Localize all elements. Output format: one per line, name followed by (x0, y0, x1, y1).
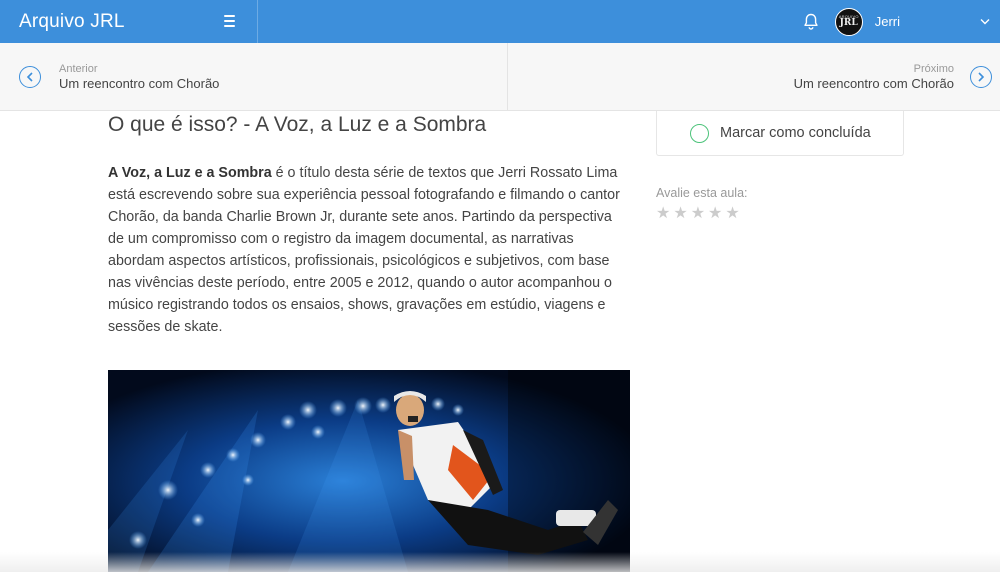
hamburger-icon[interactable] (224, 13, 238, 29)
lesson-intro-bold: A Voz, a Luz e a Sombra (108, 165, 272, 181)
next-lesson-link[interactable]: Próximo Um reencontro com Chorão (508, 43, 1000, 110)
next-lesson-text: Próximo Um reencontro com Chorão (794, 62, 954, 92)
lesson-content: O que é isso? - A Voz, a Luz e a Sombra … (108, 111, 630, 338)
star-icon[interactable]: ★ (673, 206, 687, 222)
next-title: Um reencontro com Chorão (793, 75, 954, 91)
top-bar: Arquivo JRL ARQUIVO JRL Jerri (0, 0, 1000, 43)
star-icon[interactable]: ★ (708, 206, 722, 222)
lesson-title: O que é isso? - A Voz, a Luz e a Sombra (108, 113, 487, 136)
previous-title: Um reencontro com Chorão (59, 75, 220, 91)
star-icon[interactable]: ★ (725, 206, 739, 222)
concert-photo-illustration (108, 370, 630, 572)
user-name[interactable]: Jerri (875, 14, 900, 29)
rate-lesson-label: Avalie esta aula: (656, 186, 748, 200)
lesson-sidebar: Marcar como concluída Avalie esta aula: … (656, 111, 904, 222)
star-icon[interactable]: ★ (656, 206, 670, 222)
next-label: Próximo (913, 62, 954, 75)
lesson-intro: A Voz, a Luz e a Sombra é o título desta… (108, 162, 630, 338)
check-circle-icon[interactable] (690, 123, 709, 143)
star-rating: ★ ★ ★ ★ ★ (656, 206, 904, 222)
lesson-navigation: Anterior Um reencontro com Chorão Próxim… (0, 43, 1000, 111)
mark-complete-label: Marcar como concluída (720, 125, 871, 141)
previous-lesson-text: Anterior Um reencontro com Chorão (59, 62, 219, 92)
mark-complete-button[interactable]: Marcar como concluída (656, 111, 904, 156)
brand-area: Arquivo JRL (0, 0, 258, 43)
avatar[interactable]: ARQUIVO JRL (834, 7, 863, 36)
lesson-intro-text: é o título desta série de textos que Jer… (108, 165, 620, 335)
chevron-down-icon[interactable] (980, 17, 990, 27)
previous-lesson-link[interactable]: Anterior Um reencontro com Chorão (0, 43, 508, 110)
star-icon[interactable]: ★ (691, 206, 705, 222)
bell-icon[interactable] (801, 12, 821, 32)
app-title[interactable]: Arquivo JRL (19, 11, 125, 33)
user-area: ARQUIVO JRL Jerri (801, 0, 1000, 43)
chevron-right-icon[interactable] (970, 65, 992, 88)
concert-photo (108, 370, 630, 572)
previous-label: Anterior (59, 62, 98, 75)
chevron-left-icon[interactable] (19, 65, 41, 88)
